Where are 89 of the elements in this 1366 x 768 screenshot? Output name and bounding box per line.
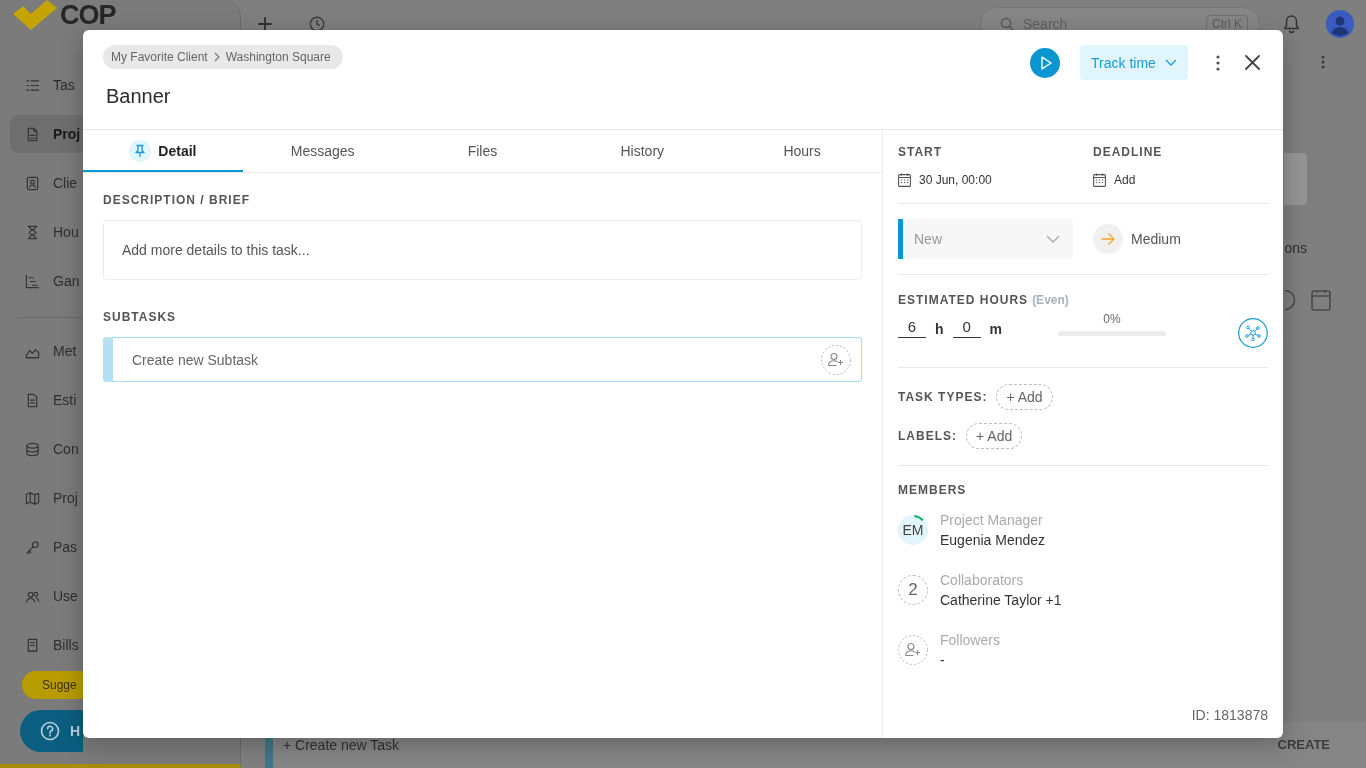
chevron-down-icon	[1164, 59, 1177, 66]
nav-item[interactable]: Esti	[10, 381, 83, 419]
pin-icon	[129, 140, 152, 162]
user-avatar-icon[interactable]	[1326, 10, 1354, 38]
nav-item[interactable]: Met	[10, 332, 83, 370]
tab[interactable]: Hours	[722, 130, 882, 172]
unit-label: h	[935, 321, 944, 337]
field-label: START	[898, 145, 944, 159]
create-button[interactable]: CREATE	[1277, 737, 1330, 752]
nav-item[interactable]: Tas	[10, 66, 83, 104]
receipt-icon	[25, 637, 40, 653]
member-name: -	[940, 651, 946, 670]
member-name: Catherine Taylor +1	[940, 591, 1062, 610]
member-name: Eugenia Mendez	[940, 531, 1046, 550]
search-icon	[1000, 17, 1014, 31]
chevron-right-icon	[213, 52, 220, 62]
date-picker[interactable]: Add	[1093, 172, 1136, 188]
section-heading: ESTIMATED HOURS	[898, 293, 1029, 307]
track-time-button[interactable]: Track time	[1080, 45, 1188, 80]
card-background	[1284, 153, 1307, 205]
nav-item[interactable]: Con	[10, 430, 83, 468]
field-label: LABELS:	[898, 429, 957, 443]
calendar-icon	[898, 173, 911, 187]
hours-input[interactable]: 6	[898, 316, 926, 338]
date-picker[interactable]: 30 Jun, 00:00	[898, 172, 992, 188]
member-role: Project Manager	[940, 511, 1044, 530]
kebab-menu-icon[interactable]	[1216, 54, 1220, 71]
field-label: TASK TYPES:	[898, 390, 988, 404]
nav-item[interactable]: Bills	[10, 626, 83, 664]
question-icon	[40, 721, 60, 741]
list-icon	[25, 77, 40, 93]
gantt-chart-icon	[25, 273, 40, 289]
stack-icon	[25, 441, 40, 457]
nav-item[interactable]: Proj	[10, 115, 83, 153]
nav-item[interactable]: Clie	[10, 164, 83, 202]
priority-button[interactable]: Medium	[1093, 224, 1181, 254]
clock-icon[interactable]	[309, 16, 325, 32]
avatar-initials: EM	[898, 515, 928, 545]
nav-item[interactable]: Gan	[10, 262, 83, 300]
nav-item[interactable]: Hou	[10, 213, 83, 251]
tab[interactable]: Messages	[242, 130, 403, 172]
status-arc-icon	[914, 515, 924, 522]
bell-icon[interactable]	[1283, 14, 1300, 34]
hourglass-icon	[25, 224, 40, 240]
breadcrumb-link[interactable]: My Favorite Client	[111, 50, 208, 64]
logo-check-icon	[13, 0, 57, 30]
tab[interactable]: History	[562, 130, 723, 172]
document-icon	[25, 126, 40, 142]
section-heading: MEMBERS	[898, 483, 968, 497]
close-icon[interactable]	[1245, 55, 1260, 70]
play-icon[interactable]	[1030, 47, 1060, 78]
logo-text: COP	[60, 1, 116, 29]
description-field[interactable]: Add more details to this task...	[103, 220, 862, 280]
add-user-icon[interactable]	[898, 635, 928, 665]
section-heading: DESCRIPTION / BRIEF	[103, 193, 251, 207]
document-icon	[25, 392, 40, 408]
map-icon	[25, 490, 40, 506]
section-label: ons	[1284, 240, 1307, 256]
member-role: Followers	[940, 631, 1000, 650]
section-heading: SUBTASKS	[103, 310, 178, 324]
unit-label: m	[989, 321, 1002, 337]
member-role: Collaborators	[940, 571, 1025, 590]
calendar-icon	[1093, 173, 1106, 187]
hint-text: (Even)	[1032, 293, 1069, 307]
plus-icon[interactable]	[258, 17, 272, 31]
key-icon	[25, 539, 40, 555]
tab[interactable]: Detail	[83, 130, 243, 172]
task-title: Banner	[105, 84, 172, 108]
nav-item[interactable]: Use	[10, 577, 83, 615]
tab[interactable]: Files	[402, 130, 563, 172]
task-id: ID: 1813878	[1191, 707, 1268, 723]
field-label: DEADLINE	[1093, 145, 1164, 159]
breadcrumb-link[interactable]: Washington Square	[225, 50, 331, 64]
subtask-field[interactable]: Create new Subtask	[103, 337, 862, 382]
progress-reading: 0%	[1103, 312, 1121, 326]
add-user-icon[interactable]	[821, 344, 851, 375]
suggest-button[interactable]: Sugge	[22, 671, 83, 699]
add-button[interactable]: + Add	[966, 423, 1023, 449]
help-button[interactable]: H	[20, 710, 83, 752]
calendar-icon[interactable]	[1311, 289, 1331, 311]
network-icon[interactable]	[1238, 318, 1268, 348]
status-dropdown[interactable]: New	[898, 219, 1073, 259]
minutes-input[interactable]: 0	[952, 316, 981, 338]
add-button[interactable]: + Add	[996, 384, 1053, 410]
arrow-right-icon	[1093, 224, 1123, 254]
nav-item[interactable]: Proj	[10, 479, 83, 517]
nav-item[interactable]: Pas	[10, 528, 83, 566]
contact-card-icon	[25, 175, 40, 191]
chevron-down-icon	[1046, 235, 1060, 243]
